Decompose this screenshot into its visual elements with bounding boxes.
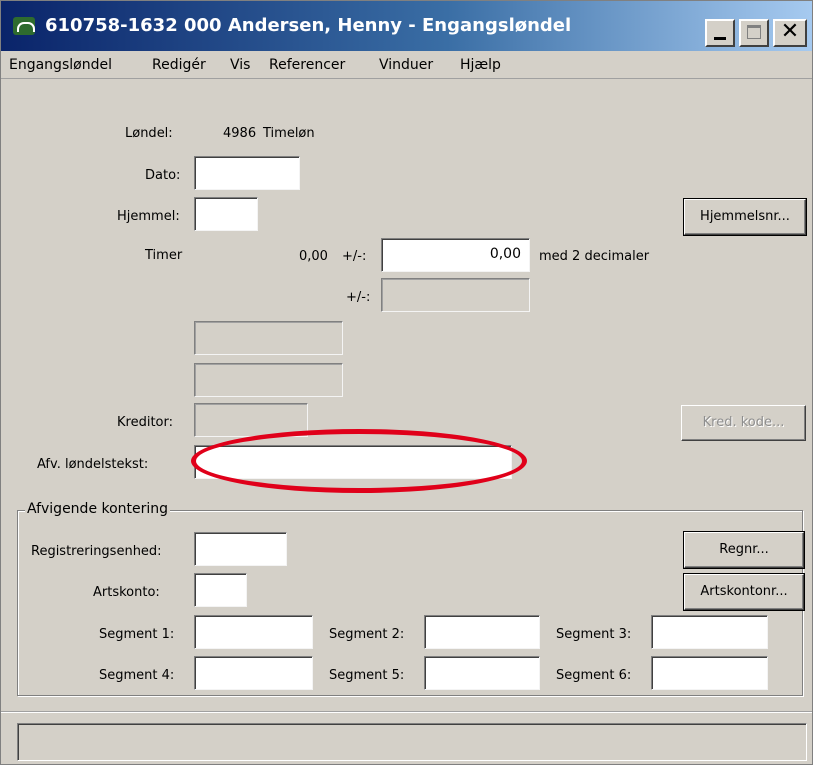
menu-referencer[interactable]: Referencer <box>269 57 345 73</box>
dato-label: Dato: <box>145 168 181 183</box>
group-title: Afvigende kontering <box>25 501 171 517</box>
segment-2-label: Segment 2: <box>329 627 405 642</box>
regnr-button[interactable]: Regnr... <box>684 532 804 568</box>
decimals-label: med 2 decimaler <box>539 249 650 264</box>
menu-vinduer[interactable]: Vinduer <box>379 57 433 73</box>
maximize-icon <box>747 25 761 39</box>
segment-3-field[interactable] <box>651 615 768 649</box>
hjemmel-field[interactable] <box>194 197 258 231</box>
segment-6-field[interactable] <box>651 656 768 690</box>
minimize-button[interactable] <box>705 19 735 47</box>
status-separator <box>1 711 812 713</box>
artskonto-label: Artskonto: <box>93 585 160 600</box>
title-bar[interactable]: 610758-1632 000 Andersen, Henny - Engang… <box>1 1 812 51</box>
window-title: 610758-1632 000 Andersen, Henny - Engang… <box>45 15 572 36</box>
app-icon <box>13 17 35 35</box>
maximize-button[interactable] <box>739 19 769 47</box>
regenhed-label: Registreringsenhed: <box>31 544 162 559</box>
kreditor-label: Kreditor: <box>117 415 173 430</box>
menu-vis[interactable]: Vis <box>230 57 250 73</box>
afv-label: Afv. løndelstekst: <box>37 457 149 472</box>
main-window: 610758-1632 000 Andersen, Henny - Engang… <box>0 0 813 765</box>
londel-label: Løndel: <box>125 126 173 141</box>
plusminus2-label: +/-: <box>346 290 371 305</box>
kred-kode-button[interactable]: Kred. kode... <box>681 405 806 441</box>
menu-engangslondel[interactable]: Engangsløndel <box>9 57 112 73</box>
londel-name: Timeløn <box>263 126 315 141</box>
plusminus2-field <box>381 278 530 312</box>
segment-5-field[interactable] <box>424 656 540 690</box>
highlight-ellipse <box>191 429 527 493</box>
close-icon: ✕ <box>780 19 800 44</box>
status-bar <box>17 723 807 761</box>
timer-label: Timer <box>145 248 183 263</box>
hjemmel-label: Hjemmel: <box>117 209 180 224</box>
menu-bar: Engangsløndel Redigér Vis Referencer Vin… <box>1 51 812 79</box>
artskontonr-button[interactable]: Artskontonr... <box>684 574 804 610</box>
plusminus-field[interactable]: 0,00 <box>381 238 530 272</box>
disabled-field-2 <box>194 363 343 397</box>
plusminus-label: +/-: <box>342 249 367 264</box>
hjemmelsnr-button[interactable]: Hjemmelsnr... <box>684 199 806 235</box>
segment-1-label: Segment 1: <box>99 627 175 642</box>
menu-rediger[interactable]: Redigér <box>152 57 206 73</box>
timer-value: 0,00 <box>299 249 328 264</box>
menu-hjaelp[interactable]: Hjælp <box>460 57 501 73</box>
segment-2-field[interactable] <box>424 615 540 649</box>
segment-4-field[interactable] <box>194 656 313 690</box>
regenhed-field[interactable] <box>194 532 287 566</box>
segment-6-label: Segment 6: <box>556 668 632 683</box>
dato-field[interactable] <box>194 156 300 190</box>
close-button[interactable]: ✕ <box>773 19 807 47</box>
segment-3-label: Segment 3: <box>556 627 632 642</box>
artskonto-field[interactable] <box>194 573 247 607</box>
minimize-icon <box>714 37 726 40</box>
disabled-field-1 <box>194 321 343 355</box>
segment-4-label: Segment 4: <box>99 668 175 683</box>
segment-5-label: Segment 5: <box>329 668 405 683</box>
segment-1-field[interactable] <box>194 615 313 649</box>
londel-code: 4986 <box>223 126 257 141</box>
